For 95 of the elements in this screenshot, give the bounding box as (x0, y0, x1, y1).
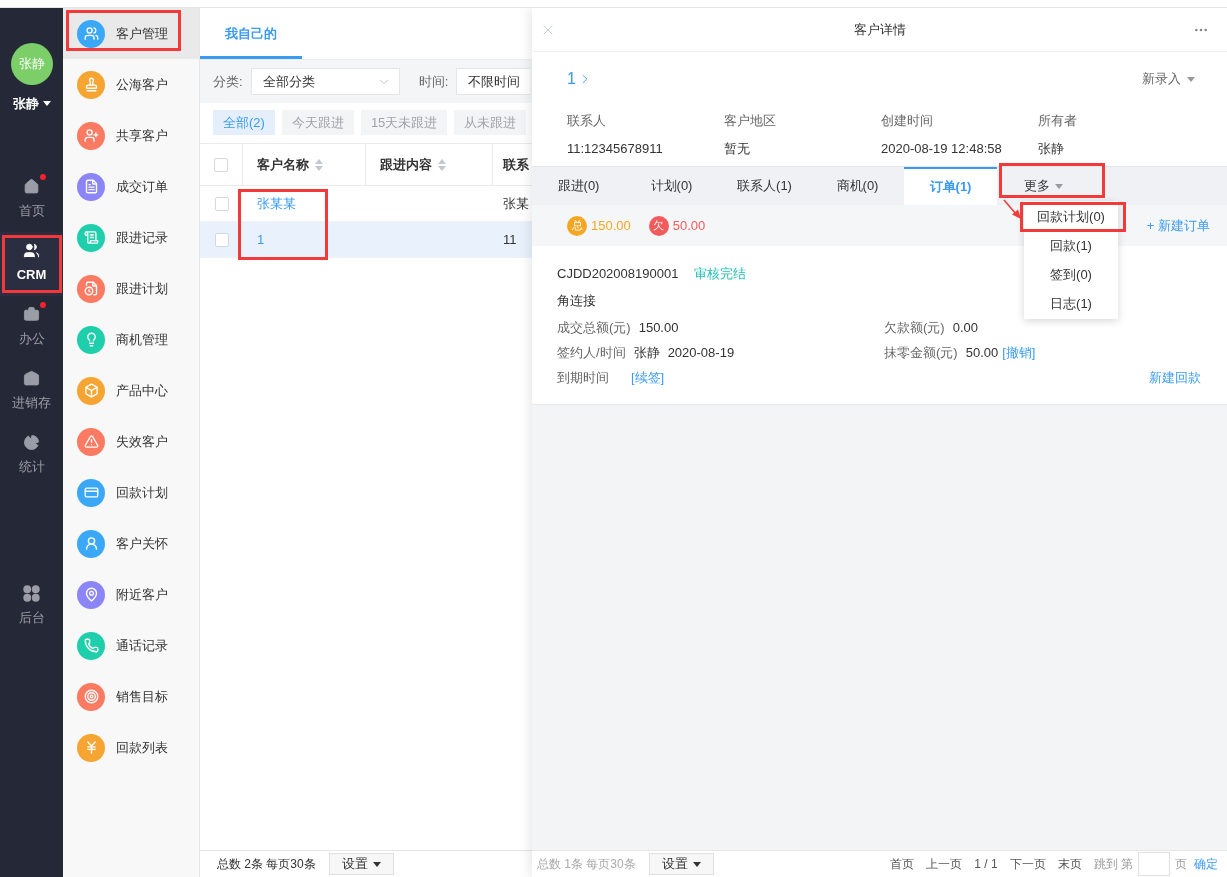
menu-option[interactable]: 回款(1) (1024, 231, 1118, 260)
caret-icon (372, 861, 381, 867)
select-field[interactable]: 全部分类 (250, 68, 400, 95)
settings-button[interactable]: 设置 (328, 853, 394, 875)
field-value: 张静 (1038, 139, 1064, 158)
field-label: 到期时间 (557, 369, 609, 386)
field-label: 创建时间 (881, 112, 933, 130)
field-value: 50.00 (965, 344, 999, 361)
field-value: 11:12345678911 (567, 139, 663, 158)
page-input[interactable] (1138, 852, 1170, 876)
field-label: 抹零金额(元) (884, 344, 958, 361)
nav-item[interactable]: CRM (0, 231, 63, 296)
menu-item[interactable]: 商机管理 (63, 314, 199, 365)
caret-icon (1055, 183, 1063, 189)
nav-item[interactable]: 办公 (0, 295, 63, 360)
user-menu[interactable]: 张静 (12, 94, 51, 114)
panel-title: 客户详情 (852, 20, 907, 39)
page-indicator: 1 / 1 (974, 856, 998, 873)
field-label: 客户地区 (724, 112, 776, 130)
grid-icon (23, 585, 40, 603)
caret-icon (1187, 76, 1195, 82)
menu-item[interactable]: 产品中心 (63, 365, 199, 416)
nav-item[interactable]: 首页 (0, 167, 63, 232)
checkbox[interactable] (214, 157, 228, 172)
field-label: 成交总额(元) (557, 319, 631, 336)
table-cell: 张某 (503, 195, 529, 211)
annotation-arrow (1002, 198, 1022, 220)
filter-label: 分类: (213, 72, 243, 91)
page-link[interactable]: 首页 (890, 855, 915, 873)
tab[interactable]: 计划(0) (625, 167, 718, 205)
menu-item[interactable]: 客户关怀 (63, 518, 199, 569)
owed-badge: 欠 (648, 215, 669, 236)
checkbox[interactable] (214, 232, 229, 247)
page-unit: 页 (1175, 856, 1187, 873)
tab[interactable]: 跟进(0) (532, 167, 625, 205)
owed-amount: 50.00 (672, 216, 706, 235)
pie-chart-icon (23, 434, 40, 452)
menu-item[interactable]: 附近客户 (63, 569, 199, 620)
field-value: 2020-08-19 (667, 344, 735, 361)
menu-item[interactable]: 成交订单 (63, 161, 199, 212)
field-label: 欠款额(元) (884, 319, 945, 336)
field-value: 2020-08-19 12:48:58 (881, 139, 1002, 158)
caret-icon (692, 861, 701, 867)
filter-label: 时间: (418, 72, 449, 91)
avatar: 张静 (10, 43, 53, 85)
nav-item[interactable]: 统计 (0, 423, 63, 488)
select-field[interactable]: 不限时间 (456, 68, 531, 95)
menu-item[interactable]: 客户管理 (63, 8, 199, 59)
menu-option[interactable]: 签到(0) (1024, 260, 1118, 289)
menu-item[interactable]: 公海客户 (63, 59, 199, 110)
new-entry-button[interactable]: 新录入 (1142, 69, 1195, 89)
menu-item[interactable]: 跟进记录 (63, 212, 199, 263)
menu-item[interactable]: 回款列表 (63, 722, 199, 773)
field-value: 张静 (633, 344, 660, 361)
checkbox[interactable] (214, 196, 229, 211)
menu-item[interactable]: 通话记录 (63, 620, 199, 671)
tab[interactable]: 更多 (997, 167, 1090, 205)
product-name: 角连接 (557, 292, 596, 309)
page-link[interactable]: 上一页 (926, 855, 963, 873)
menu-option[interactable]: 回款计划(0) (1024, 202, 1118, 231)
menu-item[interactable]: 跟进计划 (63, 263, 199, 314)
tab[interactable]: 商机(0) (811, 167, 904, 205)
order-status: 审核完结 (694, 265, 747, 282)
menu-item[interactable]: 回款计划 (63, 467, 199, 518)
home-icon (23, 178, 40, 196)
total-count: 总数 2条 每页30条 (217, 856, 316, 873)
nav-item[interactable]: 后台 (0, 574, 63, 639)
field-label: 签约人/时间 (557, 344, 626, 361)
menu-item[interactable]: 共享客户 (63, 110, 199, 161)
column-header[interactable]: 客户名称 (243, 144, 366, 185)
total-count: 总数 1条 每页30条 (537, 856, 636, 873)
page-link[interactable]: 下一页 (1009, 855, 1046, 873)
page-link[interactable]: 末页 (1057, 855, 1082, 873)
caret-icon (42, 101, 51, 107)
users-icon (23, 242, 40, 260)
menu-item[interactable]: 销售目标 (63, 671, 199, 722)
menu-option[interactable]: 日志(1) (1024, 289, 1118, 318)
house-icon (23, 370, 40, 388)
nav-item[interactable]: 进销存 (0, 359, 63, 424)
field-label: 联系人 (567, 112, 606, 130)
column-header: 联系 (502, 155, 530, 174)
field-value: 150.00 (638, 319, 679, 336)
field-value: 0.00 (952, 319, 978, 336)
total-badge: 总 (567, 215, 587, 236)
table-cell: 11 (503, 231, 517, 247)
field-label: 所有者 (1038, 112, 1077, 130)
menu-item[interactable]: 失效客户 (63, 416, 199, 467)
settings-button[interactable]: 设置 (648, 853, 714, 875)
order-number: CJDD202008190001 (557, 265, 679, 282)
jump-label: 跳到 第 (1093, 856, 1133, 873)
tab[interactable]: 联系人(1) (718, 167, 811, 205)
field-value: 暂无 (724, 139, 750, 158)
briefcase-icon (23, 306, 40, 324)
total-amount: 150.00 (591, 216, 631, 235)
column-header[interactable]: 跟进内容 (366, 144, 493, 185)
